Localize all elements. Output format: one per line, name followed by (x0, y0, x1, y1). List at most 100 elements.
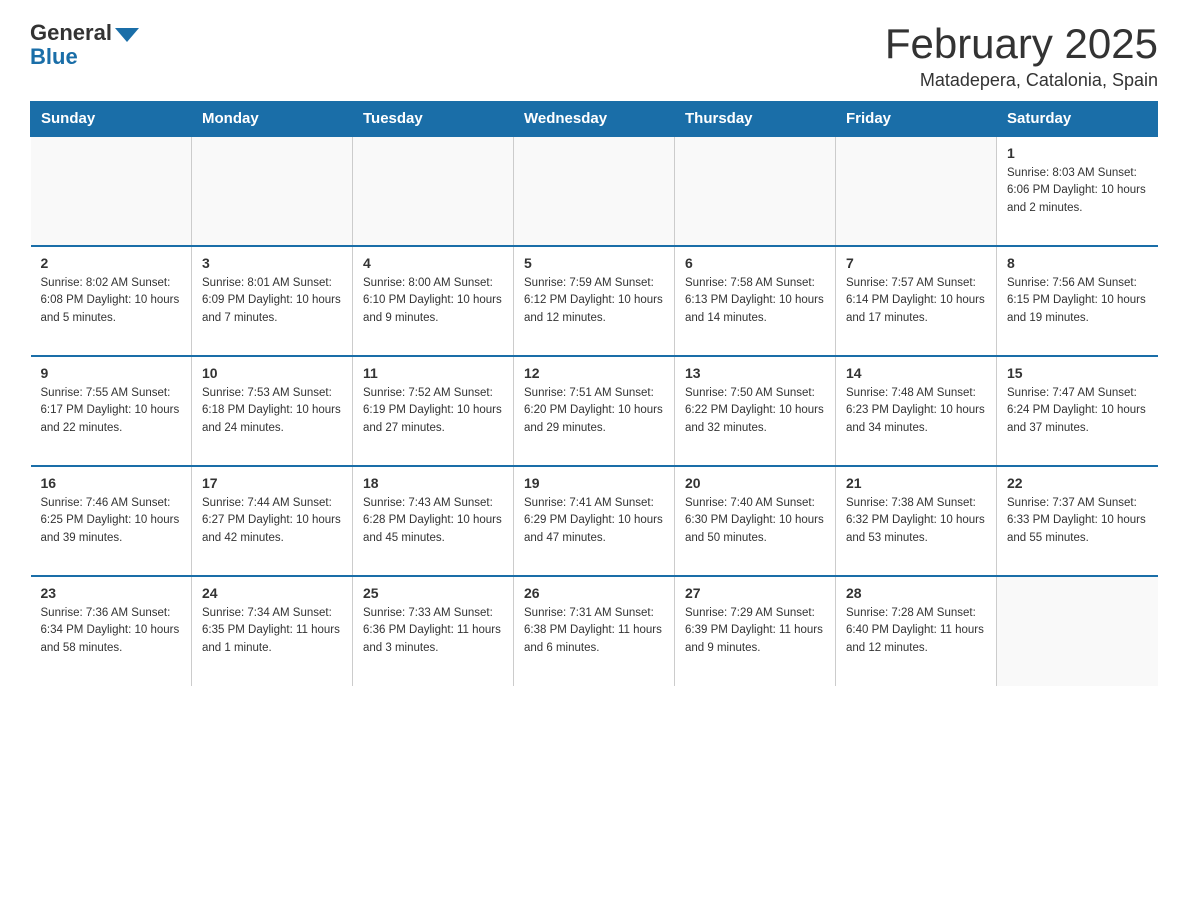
calendar-cell: 28 Sunrise: 7:28 AM Sunset: 6:40 PM Dayli… (836, 576, 997, 686)
day-info: Sunrise: 8:00 AM Sunset: 6:10 PM Dayligh… (363, 275, 503, 327)
logo-general-text: General (30, 20, 112, 46)
calendar-cell: 26 Sunrise: 7:31 AM Sunset: 6:38 PM Dayli… (514, 576, 675, 686)
calendar-cell: 12Sunrise: 7:51 AM Sunset: 6:20 PM Dayli… (514, 356, 675, 466)
calendar-cell: 3 Sunrise: 8:01 AM Sunset: 6:09 PM Daylig… (192, 246, 353, 356)
calendar-cell (675, 136, 836, 246)
day-number: 22 (1007, 475, 1148, 491)
day-info: Sunrise: 8:01 AM Sunset: 6:09 PM Dayligh… (202, 275, 342, 327)
day-info: Sunrise: 7:29 AM Sunset: 6:39 PM Dayligh… (685, 605, 825, 657)
calendar-cell: 25 Sunrise: 7:33 AM Sunset: 6:36 PM Dayli… (353, 576, 514, 686)
day-number: 18 (363, 475, 503, 491)
day-number: 3 (202, 255, 342, 271)
day-info: Sunrise: 7:47 AM Sunset: 6:24 PM Dayligh… (1007, 385, 1148, 437)
calendar-table: SundayMondayTuesdayWednesdayThursdayFrid… (30, 101, 1158, 686)
day-info: Sunrise: 7:55 AM Sunset: 6:17 PM Dayligh… (41, 385, 182, 437)
calendar-cell: 15 Sunrise: 7:47 AM Sunset: 6:24 PM Dayli… (997, 356, 1158, 466)
calendar-cell: 13 Sunrise: 7:50 AM Sunset: 6:22 PM Dayli… (675, 356, 836, 466)
day-info: Sunrise: 7:36 AM Sunset: 6:34 PM Dayligh… (41, 605, 182, 657)
day-number: 27 (685, 585, 825, 601)
day-info: Sunrise: 7:43 AM Sunset: 6:28 PM Dayligh… (363, 495, 503, 547)
day-info: Sunrise: 7:46 AM Sunset: 6:25 PM Dayligh… (41, 495, 182, 547)
page-header: General Blue February 2025 Matadepera, C… (30, 20, 1158, 91)
day-number: 4 (363, 255, 503, 271)
day-header-saturday: Saturday (997, 102, 1158, 137)
day-number: 24 (202, 585, 342, 601)
week-row-1: 1Sunrise: 8:03 AM Sunset: 6:06 PM Daylig… (31, 136, 1158, 246)
calendar-cell: 2 Sunrise: 8:02 AM Sunset: 6:08 PM Daylig… (31, 246, 192, 356)
day-info: Sunrise: 7:56 AM Sunset: 6:15 PM Dayligh… (1007, 275, 1148, 327)
day-info: Sunrise: 7:44 AM Sunset: 6:27 PM Dayligh… (202, 495, 342, 547)
day-number: 5 (524, 255, 664, 271)
day-number: 15 (1007, 365, 1148, 381)
day-info: Sunrise: 7:48 AM Sunset: 6:23 PM Dayligh… (846, 385, 986, 437)
day-info: Sunrise: 7:50 AM Sunset: 6:22 PM Dayligh… (685, 385, 825, 437)
calendar-cell: 19 Sunrise: 7:41 AM Sunset: 6:29 PM Dayli… (514, 466, 675, 576)
day-number: 26 (524, 585, 664, 601)
week-row-2: 2 Sunrise: 8:02 AM Sunset: 6:08 PM Daylig… (31, 246, 1158, 356)
day-info: Sunrise: 7:33 AM Sunset: 6:36 PM Dayligh… (363, 605, 503, 657)
day-header-friday: Friday (836, 102, 997, 137)
day-info: Sunrise: 7:40 AM Sunset: 6:30 PM Dayligh… (685, 495, 825, 547)
calendar-cell: 8 Sunrise: 7:56 AM Sunset: 6:15 PM Daylig… (997, 246, 1158, 356)
calendar-cell: 23Sunrise: 7:36 AM Sunset: 6:34 PM Dayli… (31, 576, 192, 686)
day-info: Sunrise: 7:51 AM Sunset: 6:20 PM Dayligh… (524, 385, 664, 437)
day-info: Sunrise: 7:58 AM Sunset: 6:13 PM Dayligh… (685, 275, 825, 327)
calendar-cell: 5 Sunrise: 7:59 AM Sunset: 6:12 PM Daylig… (514, 246, 675, 356)
days-header-row: SundayMondayTuesdayWednesdayThursdayFrid… (31, 102, 1158, 137)
day-info: Sunrise: 8:03 AM Sunset: 6:06 PM Dayligh… (1007, 165, 1148, 217)
calendar-cell: 7 Sunrise: 7:57 AM Sunset: 6:14 PM Daylig… (836, 246, 997, 356)
day-info: Sunrise: 8:02 AM Sunset: 6:08 PM Dayligh… (41, 275, 182, 327)
calendar-cell: 6 Sunrise: 7:58 AM Sunset: 6:13 PM Daylig… (675, 246, 836, 356)
day-number: 8 (1007, 255, 1148, 271)
calendar-cell: 24 Sunrise: 7:34 AM Sunset: 6:35 PM Dayli… (192, 576, 353, 686)
calendar-cell (353, 136, 514, 246)
calendar-cell (192, 136, 353, 246)
logo: General Blue (30, 20, 139, 70)
day-header-monday: Monday (192, 102, 353, 137)
day-number: 2 (41, 255, 182, 271)
day-info: Sunrise: 7:59 AM Sunset: 6:12 PM Dayligh… (524, 275, 664, 327)
calendar-cell: 1Sunrise: 8:03 AM Sunset: 6:06 PM Daylig… (997, 136, 1158, 246)
day-info: Sunrise: 7:57 AM Sunset: 6:14 PM Dayligh… (846, 275, 986, 327)
week-row-4: 16 Sunrise: 7:46 AM Sunset: 6:25 PM Dayli… (31, 466, 1158, 576)
day-number: 21 (846, 475, 986, 491)
day-number: 28 (846, 585, 986, 601)
day-info: Sunrise: 7:28 AM Sunset: 6:40 PM Dayligh… (846, 605, 986, 657)
calendar-cell: 9 Sunrise: 7:55 AM Sunset: 6:17 PM Daylig… (31, 356, 192, 466)
day-number: 7 (846, 255, 986, 271)
day-header-thursday: Thursday (675, 102, 836, 137)
day-number: 16 (41, 475, 182, 491)
day-info: Sunrise: 7:37 AM Sunset: 6:33 PM Dayligh… (1007, 495, 1148, 547)
day-header-sunday: Sunday (31, 102, 192, 137)
day-info: Sunrise: 7:38 AM Sunset: 6:32 PM Dayligh… (846, 495, 986, 547)
day-info: Sunrise: 7:53 AM Sunset: 6:18 PM Dayligh… (202, 385, 342, 437)
calendar-cell: 11 Sunrise: 7:52 AM Sunset: 6:19 PM Dayli… (353, 356, 514, 466)
day-info: Sunrise: 7:31 AM Sunset: 6:38 PM Dayligh… (524, 605, 664, 657)
day-number: 6 (685, 255, 825, 271)
day-number: 13 (685, 365, 825, 381)
day-number: 9 (41, 365, 182, 381)
calendar-cell (31, 136, 192, 246)
location-text: Matadepera, Catalonia, Spain (885, 70, 1158, 91)
calendar-cell: 22 Sunrise: 7:37 AM Sunset: 6:33 PM Dayli… (997, 466, 1158, 576)
day-number: 20 (685, 475, 825, 491)
calendar-cell: 21 Sunrise: 7:38 AM Sunset: 6:32 PM Dayli… (836, 466, 997, 576)
title-block: February 2025 Matadepera, Catalonia, Spa… (885, 20, 1158, 91)
week-row-3: 9 Sunrise: 7:55 AM Sunset: 6:17 PM Daylig… (31, 356, 1158, 466)
day-info: Sunrise: 7:41 AM Sunset: 6:29 PM Dayligh… (524, 495, 664, 547)
week-row-5: 23Sunrise: 7:36 AM Sunset: 6:34 PM Dayli… (31, 576, 1158, 686)
logo-blue-text: Blue (30, 44, 78, 70)
calendar-cell: 4 Sunrise: 8:00 AM Sunset: 6:10 PM Daylig… (353, 246, 514, 356)
calendar-cell (836, 136, 997, 246)
day-number: 25 (363, 585, 503, 601)
calendar-cell: 14Sunrise: 7:48 AM Sunset: 6:23 PM Dayli… (836, 356, 997, 466)
day-number: 11 (363, 365, 503, 381)
day-info: Sunrise: 7:34 AM Sunset: 6:35 PM Dayligh… (202, 605, 342, 657)
day-info: Sunrise: 7:52 AM Sunset: 6:19 PM Dayligh… (363, 385, 503, 437)
day-number: 19 (524, 475, 664, 491)
day-header-wednesday: Wednesday (514, 102, 675, 137)
calendar-cell (997, 576, 1158, 686)
month-title: February 2025 (885, 20, 1158, 68)
calendar-cell: 16 Sunrise: 7:46 AM Sunset: 6:25 PM Dayli… (31, 466, 192, 576)
calendar-cell (514, 136, 675, 246)
